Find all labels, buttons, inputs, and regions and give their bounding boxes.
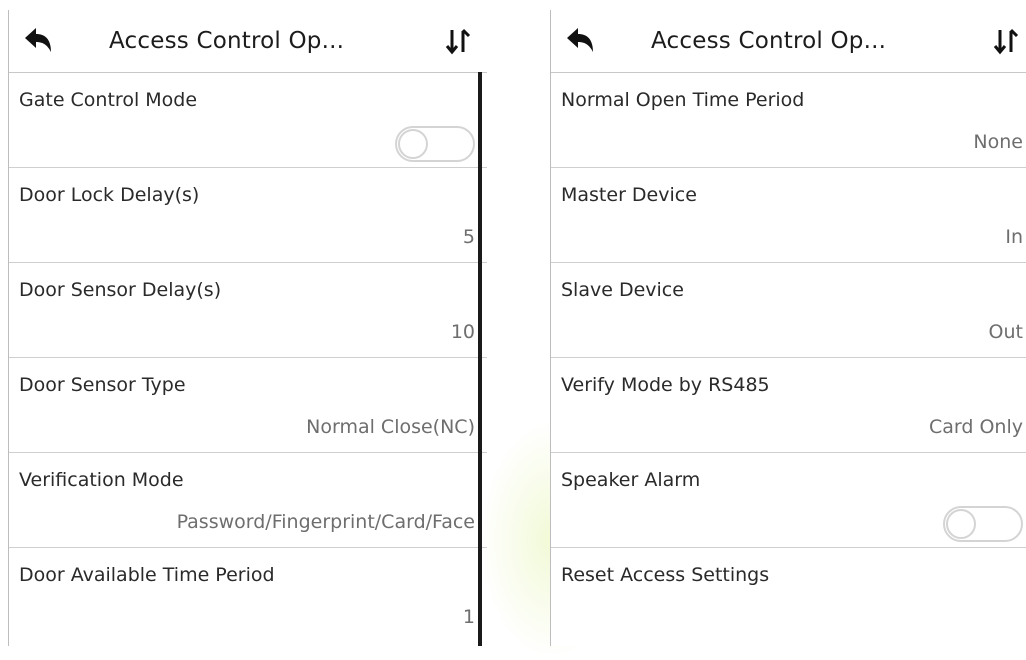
list-item-normal-open-time-period[interactable]: Normal Open Time Period None xyxy=(551,73,1026,168)
header: Access Control Op... xyxy=(551,10,1026,73)
item-value: 5 xyxy=(462,226,475,248)
back-arrow-icon xyxy=(25,28,51,52)
item-label: Door Available Time Period xyxy=(19,564,275,586)
list-item-verification-mode[interactable]: Verification Mode Password/Fingerprint/C… xyxy=(9,453,487,548)
item-label: Normal Open Time Period xyxy=(561,89,805,111)
item-value: Card Only xyxy=(928,416,1023,438)
sort-up-down-icon xyxy=(993,28,1019,55)
item-label: Door Lock Delay(s) xyxy=(19,184,200,206)
settings-list: Gate Control Mode Door Lock Delay(s) 5 D… xyxy=(9,73,487,643)
speaker-alarm-toggle[interactable] xyxy=(943,506,1023,542)
page-title: Access Control Op... xyxy=(109,28,345,54)
screen-right: Access Control Op... Normal Open Time Pe… xyxy=(550,10,1026,646)
item-label: Door Sensor Type xyxy=(19,374,186,396)
item-label: Master Device xyxy=(561,184,697,206)
screen-left: Access Control Op... Gate Control Mode D… xyxy=(8,10,487,646)
item-label: Slave Device xyxy=(561,279,684,301)
scrollbar[interactable] xyxy=(478,72,482,646)
item-value: Normal Close(NC) xyxy=(306,416,475,438)
list-item-door-available-time-period[interactable]: Door Available Time Period 1 xyxy=(9,548,487,643)
list-item-door-lock-delay[interactable]: Door Lock Delay(s) 5 xyxy=(9,168,487,263)
list-item-door-sensor-type[interactable]: Door Sensor Type Normal Close(NC) xyxy=(9,358,487,453)
sort-button[interactable] xyxy=(989,24,1023,58)
page-title: Access Control Op... xyxy=(651,28,887,54)
back-button[interactable] xyxy=(21,24,55,58)
back-arrow-icon xyxy=(567,28,593,52)
gate-control-mode-toggle[interactable] xyxy=(395,126,475,162)
toggle-knob xyxy=(946,509,976,539)
item-value: 10 xyxy=(450,321,475,343)
settings-list: Normal Open Time Period None Master Devi… xyxy=(551,73,1026,643)
item-label: Door Sensor Delay(s) xyxy=(19,279,222,301)
header: Access Control Op... xyxy=(9,10,487,73)
item-label: Speaker Alarm xyxy=(561,469,701,491)
sort-up-down-icon xyxy=(445,28,471,55)
sort-button[interactable] xyxy=(441,24,475,58)
list-item-gate-control-mode[interactable]: Gate Control Mode xyxy=(9,73,487,168)
list-item-door-sensor-delay[interactable]: Door Sensor Delay(s) 10 xyxy=(9,263,487,358)
item-label: Gate Control Mode xyxy=(19,89,198,111)
list-item-reset-access-settings[interactable]: Reset Access Settings xyxy=(551,548,1026,643)
item-value: None xyxy=(973,131,1023,153)
item-label: Verify Mode by RS485 xyxy=(561,374,770,396)
item-value: Password/Fingerprint/Card/Face xyxy=(176,511,475,533)
list-item-verify-mode-rs485[interactable]: Verify Mode by RS485 Card Only xyxy=(551,358,1026,453)
item-label: Verification Mode xyxy=(19,469,184,491)
list-item-master-device[interactable]: Master Device In xyxy=(551,168,1026,263)
item-value: In xyxy=(1005,226,1023,248)
item-value: Out xyxy=(988,321,1023,343)
item-value: 1 xyxy=(462,606,475,628)
item-label: Reset Access Settings xyxy=(561,564,770,586)
list-item-speaker-alarm[interactable]: Speaker Alarm xyxy=(551,453,1026,548)
back-button[interactable] xyxy=(563,24,597,58)
list-item-slave-device[interactable]: Slave Device Out xyxy=(551,263,1026,358)
toggle-knob xyxy=(398,129,428,159)
